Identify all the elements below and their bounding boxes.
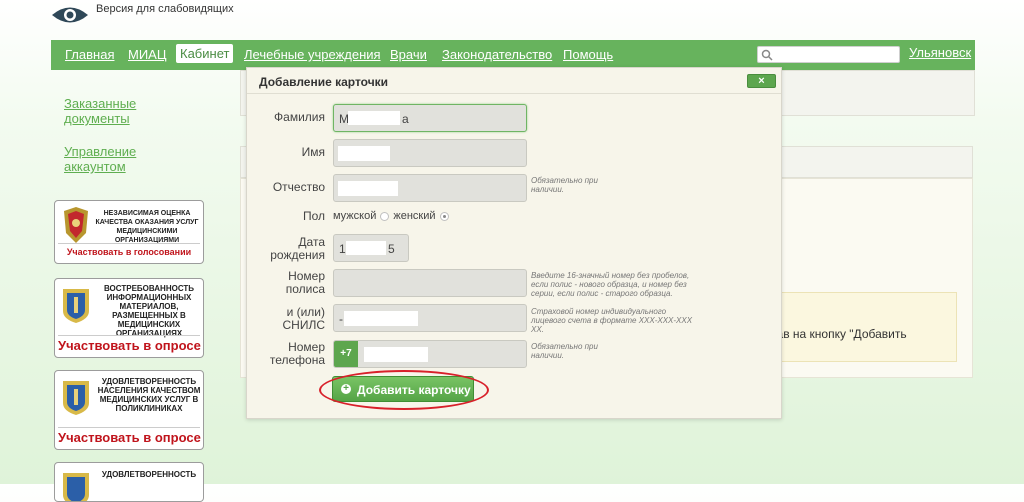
- nav-item-home[interactable]: Главная: [65, 47, 114, 62]
- phone-hint: Обязательно при наличии.: [531, 342, 598, 360]
- birthdate-value-start: 1: [339, 242, 346, 256]
- redaction: [338, 146, 390, 161]
- phone-input[interactable]: +7: [333, 340, 527, 368]
- coat-of-arms-icon: [64, 207, 88, 243]
- birthdate-input[interactable]: 1 5: [333, 234, 409, 262]
- sex-option-male-radio[interactable]: [380, 211, 390, 221]
- snils-label: и (или) СНИЛС: [282, 305, 326, 332]
- nav-item-legislation[interactable]: Законодательство: [442, 47, 552, 62]
- banner-text: Удовлетворенность населения качеством ме…: [97, 377, 201, 413]
- surname-input[interactable]: М а: [333, 104, 527, 132]
- sex-option-female-label: женский: [393, 210, 436, 222]
- redaction: [338, 181, 398, 196]
- info-text: кав на кнопку "Добавить: [771, 327, 907, 341]
- survey-button[interactable]: Участвовать в опросе: [58, 427, 201, 448]
- sex-radio-group: мужской женский: [333, 210, 453, 222]
- nav-item-help[interactable]: Помощь: [563, 47, 613, 62]
- surname-label: Фамилия: [274, 110, 325, 124]
- policy-hint: Введите 16-значный номер без пробелов, е…: [531, 271, 690, 298]
- main-nav: Главная МИАЦ Кабинет Лечебные учреждения…: [51, 40, 975, 70]
- vote-button[interactable]: Участвовать в голосовании: [58, 243, 200, 260]
- eye-icon[interactable]: [50, 4, 90, 26]
- redaction: [346, 241, 386, 255]
- info-box: кав на кнопку "Добавить: [760, 292, 957, 362]
- banner-independent-assessment[interactable]: Независимая оценка качества оказания усл…: [54, 200, 204, 264]
- coat-of-arms-icon: [63, 381, 89, 415]
- survey-button[interactable]: Участвовать в опросе: [58, 335, 201, 356]
- sex-label: Пол: [302, 209, 325, 223]
- policy-input[interactable]: [333, 269, 527, 297]
- banner-polyclinic-satisfaction[interactable]: Удовлетворенность населения качеством ме…: [54, 370, 204, 450]
- low-vision-link[interactable]: Версия для слабовидящих: [96, 3, 234, 15]
- snils-hint: Страховой номер индивидуального лицевого…: [531, 307, 693, 334]
- patronymic-hint: Обязательно при наличии.: [531, 176, 598, 194]
- sidebar-link-account-management[interactable]: Управление аккаунтом: [64, 144, 184, 174]
- banner-text: Удовлетворенность: [101, 470, 197, 479]
- nav-item-miac[interactable]: МИАЦ: [128, 47, 166, 62]
- name-label: Имя: [301, 145, 325, 159]
- surname-value-end: а: [402, 112, 409, 126]
- highlight-annotation: [319, 370, 489, 410]
- city-selector[interactable]: Ульяновск: [909, 45, 971, 60]
- patronymic-label: Отчество: [272, 180, 325, 194]
- sex-option-female-radio[interactable]: [439, 211, 449, 221]
- nav-item-cabinet[interactable]: Кабинет: [176, 44, 234, 63]
- coat-of-arms-icon: [63, 289, 89, 323]
- banner-text: Востребованность информационных материал…: [103, 284, 195, 338]
- dialog-header: Добавление карточки ×: [247, 68, 781, 94]
- banner-information-materials[interactable]: Востребованность информационных материал…: [54, 278, 204, 358]
- nav-item-doctors[interactable]: Врачи: [390, 47, 427, 62]
- search-input[interactable]: [757, 46, 900, 63]
- sex-option-male-label: мужской: [333, 210, 377, 222]
- phone-prefix: +7: [334, 341, 358, 367]
- banner-satisfaction[interactable]: Удовлетворенность: [54, 462, 204, 502]
- redaction: [348, 111, 400, 125]
- name-input[interactable]: [333, 139, 527, 167]
- close-button[interactable]: ×: [747, 74, 776, 88]
- dialog-title: Добавление карточки: [259, 75, 389, 89]
- redaction: [344, 311, 418, 326]
- banner-text: Независимая оценка качества оказания усл…: [95, 210, 199, 244]
- redaction: [364, 347, 428, 362]
- nav-item-medical-institutions[interactable]: Лечебные учреждения: [244, 47, 381, 62]
- search-icon[interactable]: [761, 49, 773, 61]
- coat-of-arms-icon: [63, 473, 89, 501]
- add-card-dialog: Добавление карточки × Фамилия М а Имя От…: [246, 67, 782, 419]
- patronymic-input[interactable]: [333, 174, 527, 202]
- snils-input[interactable]: -: [333, 304, 527, 332]
- birthdate-label: Дата рождения: [270, 235, 325, 262]
- birthdate-value-end: 5: [388, 242, 395, 256]
- snils-value-start: -: [339, 312, 343, 326]
- phone-label: Номер телефона: [269, 340, 325, 367]
- policy-label: Номер полиса: [285, 269, 325, 296]
- sidebar-link-ordered-documents[interactable]: Заказанные документы: [64, 96, 184, 126]
